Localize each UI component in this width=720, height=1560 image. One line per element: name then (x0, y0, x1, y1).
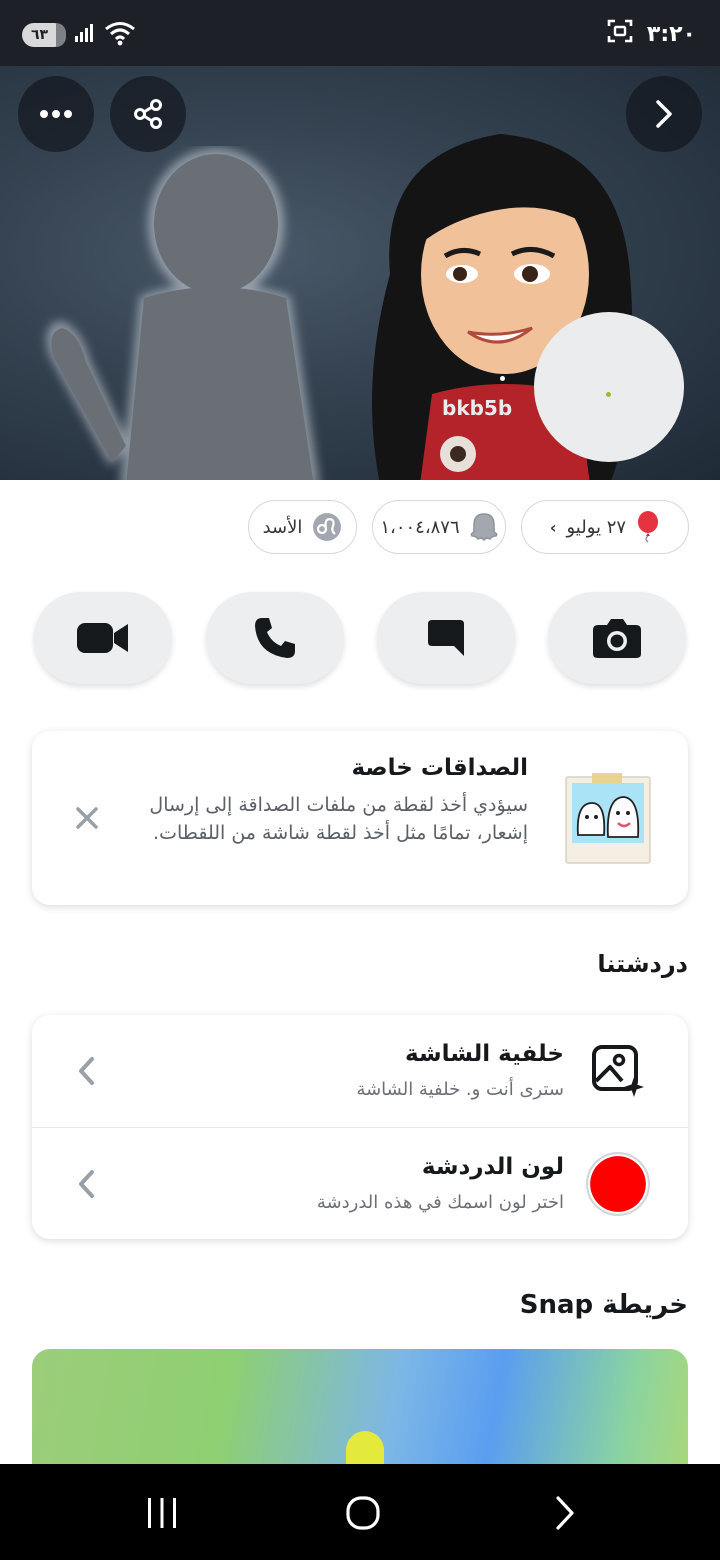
wallpaper-icon (592, 1045, 644, 1097)
more-options-button[interactable] (18, 76, 94, 152)
chat-color-swatch (586, 1152, 650, 1216)
home-icon (346, 1496, 380, 1530)
home-button[interactable] (338, 1488, 388, 1538)
chat-color-row[interactable]: لون الدردشة اختر لون اسمك في هذه الدردشة (32, 1127, 688, 1239)
camera-icon (593, 619, 641, 658)
snap-camera-button[interactable] (548, 592, 686, 684)
more-dots-icon (40, 110, 72, 118)
screen-record-icon (607, 18, 633, 50)
recent-apps-button[interactable] (137, 1488, 187, 1538)
chevron-right-icon (556, 1496, 574, 1530)
recent-apps-icon (148, 1498, 176, 1528)
snap-score-pill[interactable]: ١،٠٠٤،٨٧٦ (372, 500, 506, 554)
friendship-card-description: سيؤدي أخذ لقطة من ملفات الصداقة إلى إرسا… (149, 794, 528, 844)
video-camera-icon (77, 623, 128, 653)
online-dot (500, 376, 505, 381)
battery-level: ٦٣ (31, 27, 49, 43)
leo-icon (313, 513, 342, 541)
friendship-polaroid-image (565, 773, 651, 864)
wallpaper-subtitle: سترى أنت و. خلفية الشاشة (356, 1079, 564, 1100)
chevron-right-icon (656, 100, 672, 128)
share-icon (134, 99, 162, 129)
wallpaper-title: خلفية الشاشة (405, 1041, 564, 1067)
battery-indicator: ٦٣ (22, 23, 66, 47)
birthday-pill[interactable]: ‹ ٢٧ يوليو (521, 500, 689, 554)
voice-call-button[interactable] (206, 592, 344, 684)
chevron-left-icon: ‹ (549, 517, 557, 537)
chat-settings-card: خلفية الشاشة سترى أنت و. خلفية الشاشة لو… (32, 1015, 688, 1239)
signal-icon (74, 22, 96, 48)
ghost-icon (470, 513, 498, 542)
snap-map-preview[interactable] (32, 1349, 688, 1469)
status-left: ٦٣ (22, 20, 136, 50)
chevron-left-icon (79, 1170, 94, 1198)
video-call-button[interactable] (34, 592, 172, 684)
chat-bubble-icon (428, 620, 464, 656)
back-nav-button[interactable] (540, 1488, 590, 1538)
snapcode-dot (606, 392, 611, 397)
snapcode-button[interactable] (534, 312, 684, 462)
chat-button[interactable] (377, 592, 515, 684)
friend-silhouette (46, 148, 320, 480)
birthday-date: ٢٧ يوليو (566, 516, 627, 538)
status-right: ٣:٢٠ (607, 18, 696, 50)
zodiac-pill[interactable]: الأسد (248, 500, 357, 554)
profile-header: bkb5b (0, 66, 720, 480)
back-button[interactable] (626, 76, 702, 152)
wallpaper-row[interactable]: خلفية الشاشة سترى أنت و. خلفية الشاشة (32, 1015, 688, 1127)
balloon-icon (638, 511, 659, 543)
dismiss-card-button[interactable] (72, 803, 102, 833)
friendship-privacy-card: الصداقات خاصة سيؤدي أخذ لقطة من ملفات ال… (32, 731, 688, 905)
phone-icon (255, 618, 295, 658)
profile-username: bkb5b (442, 396, 513, 420)
system-nav-bar (0, 1464, 720, 1560)
our-chat-heading: دردشتنا (597, 950, 688, 978)
snap-map-heading: خريطة Snap (519, 1290, 688, 1320)
clock: ٣:٢٠ (646, 21, 696, 47)
share-button[interactable] (110, 76, 186, 152)
zodiac-label: الأسد (262, 516, 303, 538)
snap-score: ١،٠٠٤،٨٧٦ (380, 516, 460, 538)
status-bar: ٦٣ ٣:٢٠ (0, 0, 720, 66)
close-icon (76, 807, 98, 829)
chat-color-subtitle: اختر لون اسمك في هذه الدردشة (316, 1192, 564, 1213)
wifi-icon (104, 20, 136, 50)
chevron-left-icon (79, 1057, 94, 1085)
chat-color-title: لون الدردشة (421, 1154, 564, 1180)
friendship-card-title: الصداقات خاصة (351, 755, 528, 781)
